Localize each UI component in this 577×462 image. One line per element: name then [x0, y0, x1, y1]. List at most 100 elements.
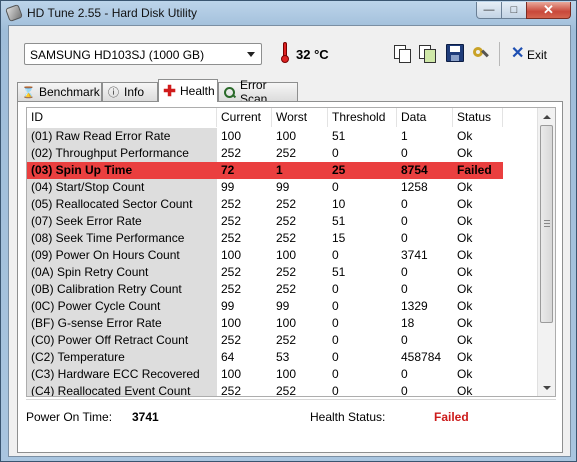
cell-current: 252: [221, 282, 242, 296]
tab-health[interactable]: ✚ Health: [158, 79, 218, 102]
vertical-scrollbar[interactable]: [537, 108, 555, 396]
cell-current: 252: [221, 146, 242, 160]
cell-id: (04) Start/Stop Count: [27, 179, 217, 196]
scroll-grip: [544, 226, 550, 227]
cell-current: 100: [221, 316, 242, 330]
cell-current: 100: [221, 248, 242, 262]
cell-id: (BF) G-sense Error Rate: [27, 315, 217, 332]
cell-current: 99: [221, 299, 235, 313]
column-header-threshold[interactable]: Threshold: [328, 108, 397, 127]
cell-data: 0: [401, 367, 408, 381]
power-on-time-value: 3741: [132, 410, 159, 424]
scroll-grip: [544, 220, 550, 221]
maximize-button[interactable]: □: [501, 2, 527, 19]
cell-worst: 252: [276, 265, 297, 279]
table-row[interactable]: (07) Seek Error Rate 252 252 51 0 Ok: [27, 213, 539, 230]
cell-status: Ok: [457, 350, 473, 364]
list-header: ID Current Worst Threshold Data Status: [27, 108, 539, 127]
column-header-current[interactable]: Current: [217, 108, 272, 127]
table-row[interactable]: (04) Start/Stop Count 99 99 0 1258 Ok: [27, 179, 539, 196]
save-icon[interactable]: [446, 44, 464, 62]
health-status-value: Failed: [434, 410, 469, 424]
cell-data: 18: [401, 316, 415, 330]
cell-current: 252: [221, 384, 242, 397]
tab-error-scan[interactable]: Error Scan: [218, 78, 298, 106]
temperature-readout: 32 °C: [296, 47, 329, 62]
health-cross-icon: ✚: [163, 83, 176, 100]
cell-worst: 100: [276, 129, 297, 143]
health-status-label: Health Status:: [310, 410, 386, 424]
cell-threshold: 0: [332, 180, 339, 194]
cell-status: Ok: [457, 180, 473, 194]
cell-worst: 1: [272, 162, 328, 179]
cell-id: (0C) Power Cycle Count: [27, 298, 217, 315]
cell-data: 0: [401, 214, 408, 228]
cell-id: (C4) Reallocated Event Count: [27, 383, 217, 396]
cell-status: Ok: [457, 367, 473, 381]
cell-worst: 252: [276, 214, 297, 228]
cell-status: Ok: [457, 146, 473, 160]
exit-button[interactable]: ✕ Exit: [509, 45, 554, 63]
table-row-failed[interactable]: (03) Spin Up Time 72 1 25 8754 Failed: [27, 162, 503, 179]
table-row[interactable]: (BF) G-sense Error Rate 100 100 0 18 Ok: [27, 315, 539, 332]
table-row[interactable]: (09) Power On Hours Count 100 100 0 3741 Ok: [27, 247, 539, 264]
cell-worst: 252: [276, 197, 297, 211]
table-row[interactable]: (C2) Temperature 64 53 0 458784 Ok: [27, 349, 539, 366]
options-icon[interactable]: [472, 44, 490, 62]
scroll-up-button[interactable]: [538, 108, 555, 125]
cell-threshold: 0: [332, 299, 339, 313]
cell-worst: 100: [276, 316, 297, 330]
tab-health-label: Health: [180, 84, 215, 98]
cell-status: Ok: [457, 129, 473, 143]
tab-info[interactable]: ⓘ Info: [102, 82, 158, 101]
copy-screenshot-icon[interactable]: [418, 44, 436, 63]
scroll-thumb[interactable]: [540, 125, 553, 323]
scroll-down-button[interactable]: [538, 379, 555, 396]
cell-threshold: 51: [332, 214, 346, 228]
chevron-down-icon: [247, 52, 255, 57]
table-row[interactable]: (C4) Reallocated Event Count 252 252 0 0 Ok: [27, 383, 539, 397]
cell-worst: 252: [276, 282, 297, 296]
table-row[interactable]: (0C) Power Cycle Count 99 99 0 1329 Ok: [27, 298, 539, 315]
table-row[interactable]: (C0) Power Off Retract Count 252 252 0 0 Ok: [27, 332, 539, 349]
cell-current: 99: [221, 180, 235, 194]
table-row[interactable]: (0B) Calibration Retry Count 252 252 0 0 Ok: [27, 281, 539, 298]
cell-threshold: 51: [332, 129, 346, 143]
table-row[interactable]: (02) Throughput Performance 252 252 0 0 Ok: [27, 145, 539, 162]
cell-worst: 53: [276, 350, 290, 364]
cell-worst: 252: [276, 333, 297, 347]
drive-select[interactable]: SAMSUNG HD103SJ (1000 GB): [24, 43, 262, 65]
column-header-worst[interactable]: Worst: [272, 108, 328, 127]
cell-id: (C2) Temperature: [27, 349, 217, 366]
minimize-button[interactable]: —: [476, 2, 502, 19]
cell-data: 0: [401, 231, 408, 245]
app-disk-icon: [5, 4, 23, 22]
table-row[interactable]: (C3) Hardware ECC Recovered 100 100 0 0 Ok: [27, 366, 539, 383]
cell-data: 0: [401, 146, 408, 160]
table-row[interactable]: (08) Seek Time Performance 252 252 15 0 Ok: [27, 230, 539, 247]
column-header-id[interactable]: ID: [27, 108, 217, 127]
cell-threshold: 0: [332, 367, 339, 381]
cell-threshold: 25: [328, 162, 397, 179]
column-header-data[interactable]: Data: [397, 108, 453, 127]
cell-id: (C3) Hardware ECC Recovered: [27, 366, 217, 383]
cell-status: Ok: [457, 282, 473, 296]
cell-threshold: 0: [332, 282, 339, 296]
table-row[interactable]: (0A) Spin Retry Count 252 252 51 0 Ok: [27, 264, 539, 281]
copy-text-icon[interactable]: [393, 44, 411, 63]
smart-attribute-list[interactable]: ID Current Worst Threshold Data Status (…: [26, 107, 556, 397]
close-button[interactable]: ✕: [526, 2, 571, 19]
client-area: SAMSUNG HD103SJ (1000 GB) 32 °C ✕ Exit ⌛…: [8, 25, 571, 457]
table-row[interactable]: (05) Reallocated Sector Count 252 252 10 0 Ok: [27, 196, 539, 213]
tab-benchmark[interactable]: ⌛ Benchmark: [17, 82, 102, 101]
cell-current: 72: [217, 162, 272, 179]
tab-benchmark-label: Benchmark: [39, 85, 100, 99]
column-header-status[interactable]: Status: [453, 108, 503, 127]
power-on-time-label: Power On Time:: [26, 410, 113, 424]
cell-data: 1258: [401, 180, 428, 194]
table-row[interactable]: (01) Raw Read Error Rate 100 100 51 1 Ok: [27, 128, 539, 145]
title-bar[interactable]: HD Tune 2.55 - Hard Disk Utility — □ ✕: [1, 1, 576, 25]
cell-status: Ok: [457, 384, 473, 397]
cell-worst: 100: [276, 248, 297, 262]
cell-id: (02) Throughput Performance: [27, 145, 217, 162]
